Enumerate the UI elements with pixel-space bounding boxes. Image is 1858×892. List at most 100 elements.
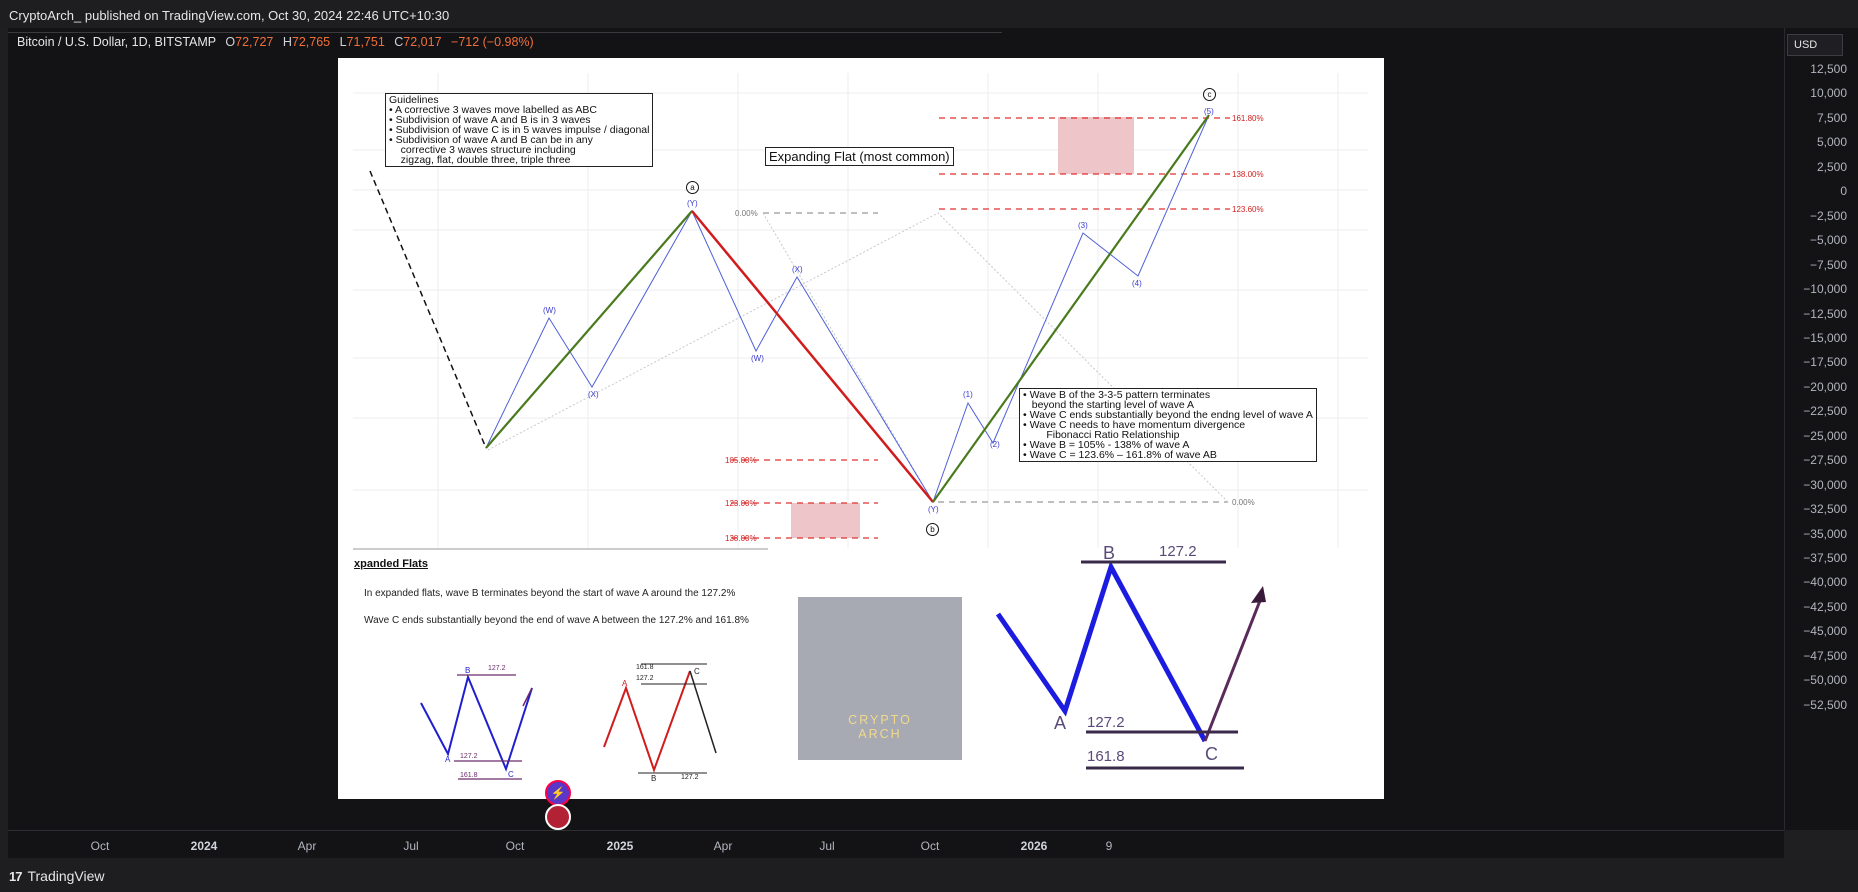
low-value: 71,751 <box>346 35 385 49</box>
expanded-flats-line2: Wave C ends substantially beyond the end… <box>364 615 749 626</box>
close-value: 72,017 <box>403 35 442 49</box>
s1-ratio-1: 127.2 <box>488 665 506 672</box>
small-diagram-1 <box>420 673 533 780</box>
wave-a-line <box>485 210 693 449</box>
footer-bar: 17 TradingView <box>0 858 1858 892</box>
brand-name: TradingView <box>27 868 105 884</box>
price-tick: 12,500 <box>1810 62 1847 76</box>
currency-selector[interactable]: USD <box>1787 34 1843 56</box>
sub-label-y2: (Y) <box>928 505 939 514</box>
logo-text-2: ARCH <box>858 727 902 741</box>
time-tick: Jul <box>403 839 419 853</box>
sub-label-w1: (W) <box>543 306 556 315</box>
time-tick: Apr <box>713 839 733 853</box>
price-tick: −35,000 <box>1803 526 1847 541</box>
low-label: L <box>339 35 347 49</box>
legend-separator <box>8 32 1002 33</box>
s2-label-c: C <box>694 667 700 676</box>
close-label: C <box>394 35 404 49</box>
fib-lines <box>731 117 1230 539</box>
sub-label-x1: (X) <box>588 390 599 399</box>
price-tick: −37,500 <box>1803 551 1847 565</box>
price-tick: −12,500 <box>1803 306 1847 321</box>
price-tick: −45,000 <box>1803 624 1847 639</box>
big-ratio-3: 161.8 <box>1087 748 1125 765</box>
time-axis[interactable]: Oct 2024 Apr Jul Oct 2025 Apr Jul Oct 2026 9 <box>8 830 1784 859</box>
big-label-a: A <box>1054 713 1067 733</box>
price-tick: −2,500 <box>1809 208 1847 223</box>
price-tick: −25,000 <box>1803 428 1847 443</box>
small-diagram-2 <box>603 663 717 774</box>
symbol-name: Bitcoin / U.S. Dollar, 1D, BITSTAMP <box>17 35 216 49</box>
fib-161: 161.80% <box>1232 114 1264 123</box>
fib-105: 105.00% <box>725 456 757 465</box>
price-tick: −10,000 <box>1803 282 1847 297</box>
wave-a-label: a <box>686 181 699 194</box>
crypto-arch-logo: CRYPTO ARCH <box>798 597 962 760</box>
open-label: O <box>225 35 236 49</box>
price-tick: −50,000 <box>1803 673 1847 688</box>
s1-label-a: A <box>445 755 451 764</box>
s1-ratio-2: 127.2 <box>460 753 478 760</box>
pattern-title: Expanding Flat (most common) <box>765 147 954 166</box>
wave-c-label: c <box>1203 88 1216 101</box>
sub-label-1: (1) <box>963 390 973 399</box>
rules-box: • Wave B of the 3-3-5 pattern terminates… <box>1019 388 1317 462</box>
fib-138b: 138.00% <box>1232 170 1264 179</box>
big-ratio-2: 127.2 <box>1087 714 1125 731</box>
symbol-legend[interactable]: Bitcoin / U.S. Dollar, 1D, BITSTAMP O72,… <box>17 35 534 49</box>
price-tick: −20,000 <box>1803 379 1847 394</box>
big-diagram <box>995 560 1266 770</box>
time-tick: 2025 <box>606 839 634 853</box>
high-label: H <box>282 35 292 49</box>
sub-label-3: (3) <box>1078 221 1088 230</box>
s1-ratio-3: 161.8 <box>460 772 478 779</box>
sub-label-5: (5) <box>1204 107 1214 116</box>
fib-zone-bottom <box>791 503 860 538</box>
price-tick: −22,500 <box>1803 404 1847 419</box>
change-value: −712 (−0.98%) <box>451 35 534 49</box>
top-bar: CryptoArch_ published on TradingView.com… <box>0 0 1858 28</box>
us-flag-icon[interactable] <box>545 804 571 830</box>
open-value: 72,727 <box>235 35 274 49</box>
price-tick: −42,500 <box>1803 599 1847 614</box>
embedded-chart-image: Guidelines • A corrective 3 waves move l… <box>338 58 1384 799</box>
s2-ratio-3: 127.2 <box>681 774 699 781</box>
big-ratio-1: 127.2 <box>1159 543 1197 560</box>
logo-text-1: CRYPTO <box>848 713 912 727</box>
lightning-icon[interactable]: ⚡ <box>545 780 571 806</box>
price-tick: −27,500 <box>1803 453 1847 468</box>
price-tick: −52,500 <box>1803 697 1847 712</box>
price-tick: −7,500 <box>1809 257 1847 272</box>
price-tick: −40,000 <box>1803 575 1847 590</box>
price-tick: 5,000 <box>1816 135 1847 150</box>
time-tick: Apr <box>297 839 317 853</box>
s1-label-c: C <box>508 770 514 779</box>
sub-label-2: (2) <box>990 440 1000 449</box>
fib-123: 123.00% <box>725 499 757 508</box>
price-tick: −5,000 <box>1809 233 1847 248</box>
time-tick: 2026 <box>1020 839 1048 853</box>
tradingview-brand[interactable]: 17 TradingView <box>9 868 105 884</box>
price-axis[interactable]: 12,500 10,000 7,500 5,000 2,500 0 −2,500 −5,000… <box>1784 28 1858 830</box>
tradingview-logo-icon: 17 <box>9 868 23 884</box>
expanded-flats-heading: xpanded Flats <box>354 558 428 570</box>
published-info: CryptoArch_ published on TradingView.com… <box>9 8 450 23</box>
big-label-b: B <box>1103 543 1116 563</box>
time-tick: Oct <box>505 839 525 853</box>
s2-ratio-1: 161.8 <box>636 664 654 671</box>
price-tick: −32,500 <box>1803 502 1847 517</box>
fib-zone-top <box>1058 117 1134 174</box>
price-tick: −30,000 <box>1803 477 1847 492</box>
price-tick: −17,500 <box>1803 355 1847 370</box>
fib-zero-a: 0.00% <box>735 209 758 218</box>
s1-label-b: B <box>465 666 471 675</box>
time-tick: 2024 <box>190 839 218 853</box>
price-tick: 2,500 <box>1816 159 1847 174</box>
s2-ratio-2: 127.2 <box>636 675 654 682</box>
price-tick: −15,000 <box>1803 330 1847 345</box>
sub-label-y1: (Y) <box>687 199 698 208</box>
time-tick: Oct <box>90 839 110 853</box>
expanded-flats-line1: In expanded flats, wave B terminates bey… <box>364 588 736 599</box>
price-tick: 0 <box>1840 184 1847 199</box>
